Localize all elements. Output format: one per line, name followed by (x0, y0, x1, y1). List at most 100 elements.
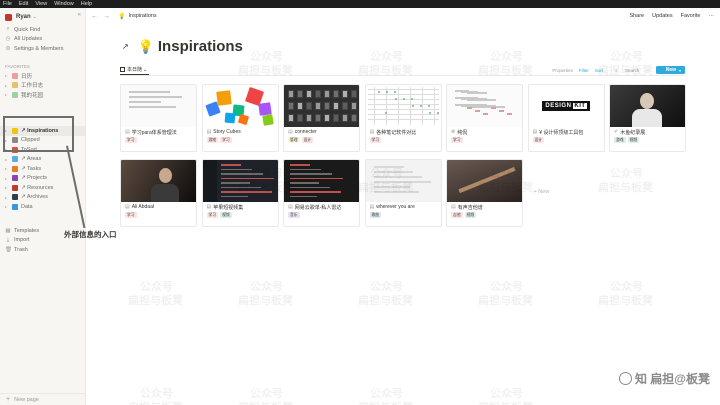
os-menu-view[interactable]: View (35, 1, 47, 7)
expand-triangle-icon[interactable]: ▸ (5, 73, 10, 78)
sidebar-page-item[interactable]: ▸ Data (0, 202, 86, 212)
sidebar-item-trash[interactable]: 🗑 Trash (0, 245, 86, 255)
card-cover-image (202, 85, 278, 127)
gallery-card[interactable]: ▤ Story Cubes 游戏 学习 (201, 84, 279, 152)
chevron-down-icon[interactable]: ▾ (679, 68, 681, 73)
tag-badge: 设计 (532, 137, 545, 143)
gallery-card[interactable]: ▤ 有声吉他谱 吉他 视频 (446, 159, 523, 227)
card-title: ▤ 各种笔记软件对比 (366, 127, 441, 137)
expand-triangle-icon[interactable]: ▸ (5, 185, 10, 190)
updates-button[interactable]: Updates (652, 13, 673, 19)
page-lightbulb-icon[interactable]: 💡 (138, 39, 154, 55)
expand-triangle-icon[interactable]: ▸ (5, 204, 10, 209)
new-button[interactable]: New ▾ (655, 66, 685, 74)
favorite-item[interactable]: ▸ 日历 (0, 71, 86, 81)
page-icon (12, 156, 18, 163)
gallery-card[interactable]: ▤ Ali Abdaal 学习 (120, 159, 197, 227)
filter-button[interactable]: Filter (579, 68, 589, 73)
card-title: ⊗ 纯侃 (447, 127, 522, 137)
card-title-text: 木鱼纪录展 (620, 129, 646, 136)
card-title-text: Story Cubes (213, 129, 241, 135)
tag-badge: 游戏 (614, 137, 626, 143)
sidebar-item-all-updates[interactable]: ◷ All Updates (0, 35, 86, 45)
page-icon: ▤ (288, 204, 293, 210)
sidebar-page-item[interactable]: ▸ ↗ Archives (0, 193, 86, 203)
breadcrumb[interactable]: 💡 Inspirations (118, 13, 157, 20)
page-icon (12, 184, 18, 191)
new-page-button[interactable]: + New page (0, 393, 86, 405)
expand-triangle-icon[interactable]: ▸ (5, 92, 10, 97)
sidebar-item-quick-find[interactable]: ⌕ Quick Find (0, 25, 86, 35)
collapse-sidebar-icon[interactable]: « (78, 12, 81, 18)
sort-button[interactable]: Sort (595, 68, 603, 73)
sidebar-item-label: Quick Find (14, 26, 41, 33)
sidebar-item-settings-members[interactable]: ⚙ Settings & Members (0, 44, 86, 54)
favorite-label: 日历 (21, 73, 33, 80)
gallery-card[interactable]: ⊗ 纯侃 学习 (446, 84, 523, 152)
expand-triangle-icon[interactable]: ▸ (5, 83, 10, 88)
gallery-card[interactable]: ▤ 苹果短视频集 学习 视频 (201, 159, 279, 227)
gallery-card[interactable]: DESIGN KIT ▤ ¥ 设计师顶级工具包 设计 (527, 84, 605, 152)
page-title[interactable]: Inspirations (158, 38, 243, 55)
gallery-new-card[interactable]: + New (534, 189, 550, 195)
page-icon: ▤ (288, 129, 293, 135)
expand-triangle-icon[interactable]: ▸ (5, 157, 10, 162)
favorite-button[interactable]: Favorite (681, 13, 701, 19)
watermark-text: 扁担与板凳 (128, 399, 183, 405)
gallery-card[interactable]: ▤ 各种笔记软件对比 学习 (364, 84, 442, 152)
gallery-card[interactable]: ▤ wherever you are 歌曲 (364, 159, 442, 227)
page-icon (12, 194, 18, 201)
open-as-page-icon[interactable]: ↗ (122, 42, 129, 51)
sidebar-page-label: Data (21, 203, 33, 210)
plus-icon: + (6, 396, 11, 403)
chevron-down-icon: ⌄ (32, 14, 37, 20)
sidebar-page-item[interactable]: ▸ ↗ Resources (0, 183, 86, 193)
gallery-card[interactable]: ▤ 网易云歌单-私人雷达 音乐 (283, 159, 360, 227)
card-tags: 学习 (447, 137, 522, 143)
workspace-switcher[interactable]: Ryan ⌄ « (5, 12, 81, 22)
os-menu-file[interactable]: File (3, 1, 12, 7)
favorite-item[interactable]: ▸ 我的花园 (0, 90, 86, 100)
forward-arrow-icon[interactable]: → (103, 13, 110, 20)
watermark-text: 扁担与板凳 (128, 295, 183, 307)
search-button[interactable]: ⌕ Search (609, 68, 639, 73)
card-cover-image (284, 85, 359, 127)
more-options-icon[interactable]: ··· (645, 68, 650, 73)
favorite-item[interactable]: ▸ 工作日志 (0, 81, 86, 91)
back-arrow-icon[interactable]: ← (91, 13, 98, 20)
tag-badge: 歌曲 (369, 212, 382, 218)
page-icon: ▤ (125, 204, 130, 210)
share-button[interactable]: Share (629, 13, 644, 19)
page-icon: ▤ (206, 204, 212, 210)
properties-button[interactable]: Properties (552, 68, 573, 73)
gallery-card[interactable]: ▤ connecter 管理 设计 (283, 84, 360, 152)
os-menu-edit[interactable]: Edit (19, 1, 28, 7)
sidebar-item-label: Import (14, 237, 30, 244)
tag-badge: 学习 (369, 137, 382, 143)
page-icon: ▤ (125, 129, 130, 135)
card-tags: 学习 (121, 137, 196, 143)
card-title-text: 有声吉他谱 (457, 204, 483, 211)
watermark-text: 公众号 (370, 281, 403, 293)
expand-triangle-icon[interactable]: ▸ (5, 166, 10, 171)
watermark-text: 扁担与板凳 (598, 182, 653, 194)
os-menu-window[interactable]: Window (54, 1, 74, 7)
sidebar-top-nav: ⌕ Quick Find ◷ All Updates ⚙ Settings & Membe… (0, 25, 86, 54)
search-icon: ⌕ (615, 67, 619, 73)
chevron-down-icon: ⌄ (143, 66, 148, 73)
card-title: ▤ Ali Abdaal (121, 202, 196, 212)
os-menu-help[interactable]: Help (81, 1, 92, 7)
sidebar-page-item[interactable]: ▸ ↗ Areas (0, 155, 86, 165)
page-icon: ▤ (451, 204, 456, 210)
gallery-card[interactable]: ▤ 学习para体系管理法 学习 (120, 84, 197, 152)
card-title: ▤ connecter (284, 127, 359, 137)
view-selector[interactable]: 本日随 ⌄ (120, 65, 150, 75)
expand-triangle-icon[interactable]: ▸ (5, 176, 10, 181)
search-label: Search (624, 67, 640, 73)
expand-triangle-icon[interactable]: ▸ (5, 195, 10, 200)
card-title-text: ¥ 设计师顶级工具包 (539, 129, 584, 136)
gallery-card[interactable]: ✐ 木鱼纪录展 游戏 视频 (609, 84, 686, 152)
more-menu-icon[interactable]: ··· (709, 13, 715, 19)
page-icon (12, 175, 18, 182)
card-cover-image (447, 85, 522, 127)
